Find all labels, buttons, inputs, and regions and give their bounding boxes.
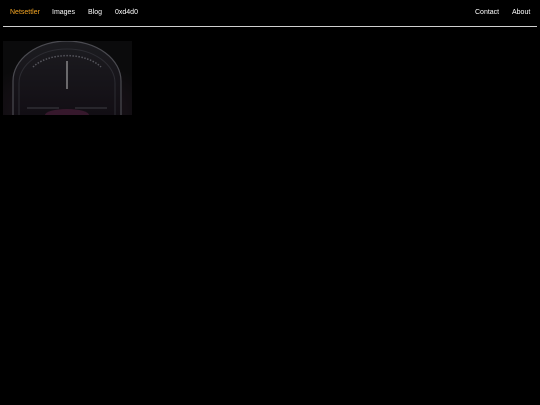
nav-link-images[interactable]: Images [52, 9, 75, 17]
gauge-dial-image [3, 41, 132, 115]
nav-link-contact[interactable]: Contact [475, 9, 499, 17]
nav-link-about[interactable]: About [512, 9, 530, 17]
nav-link-0xd4d0[interactable]: 0xd4d0 [115, 9, 138, 17]
gallery-thumbnail[interactable] [3, 41, 132, 115]
nav-link-blog[interactable]: Blog [88, 9, 102, 17]
brand-link[interactable]: Netsettler [10, 9, 40, 17]
header-divider [3, 26, 537, 27]
top-navigation-bar: Netsettler Images Blog 0xd4d0 Contact Ab… [0, 0, 540, 27]
